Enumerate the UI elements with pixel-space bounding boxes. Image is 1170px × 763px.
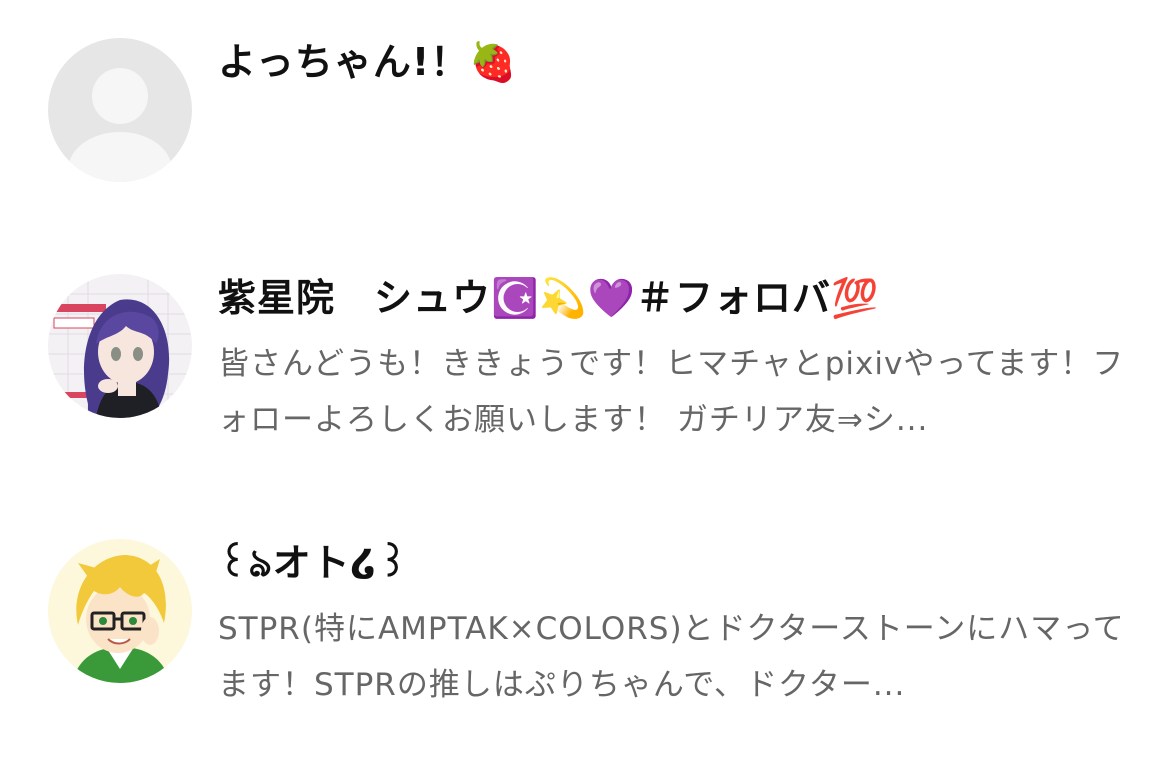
user-name: よっちゃん!！🍓 (218, 40, 518, 84)
user-bio: 皆さんどうも！ききょうです！ヒマチャとpixivやってます！フォローよろしくお願… (218, 346, 1125, 438)
default-avatar-icon[interactable] (48, 38, 192, 182)
avatar[interactable] (48, 274, 192, 418)
user-list: よっちゃん!！🍓 紫星院 シュウ☪️💫💜＃フォロバ💯 皆さんどうも！ききょうです… (0, 0, 1170, 763)
user-name: ꒰ঌオト໒꒱ (218, 541, 409, 585)
list-item[interactable]: ꒰ঌオト໒꒱ STPR(特にAMPTAK×COLORS)とドクターストーンにハマ… (0, 535, 1170, 705)
list-item[interactable]: 紫星院 シュウ☪️💫💜＃フォロバ💯 皆さんどうも！ききょうです！ヒマチャとpix… (0, 270, 1170, 440)
user-name: 紫星院 シュウ☪️💫💜＃フォロバ💯 (218, 276, 880, 320)
user-bio: STPR(特にAMPTAK×COLORS)とドクターストーンにハマってます！ST… (218, 611, 1125, 703)
avatar[interactable] (48, 539, 192, 683)
list-item[interactable]: よっちゃん!！🍓 (0, 34, 1170, 184)
